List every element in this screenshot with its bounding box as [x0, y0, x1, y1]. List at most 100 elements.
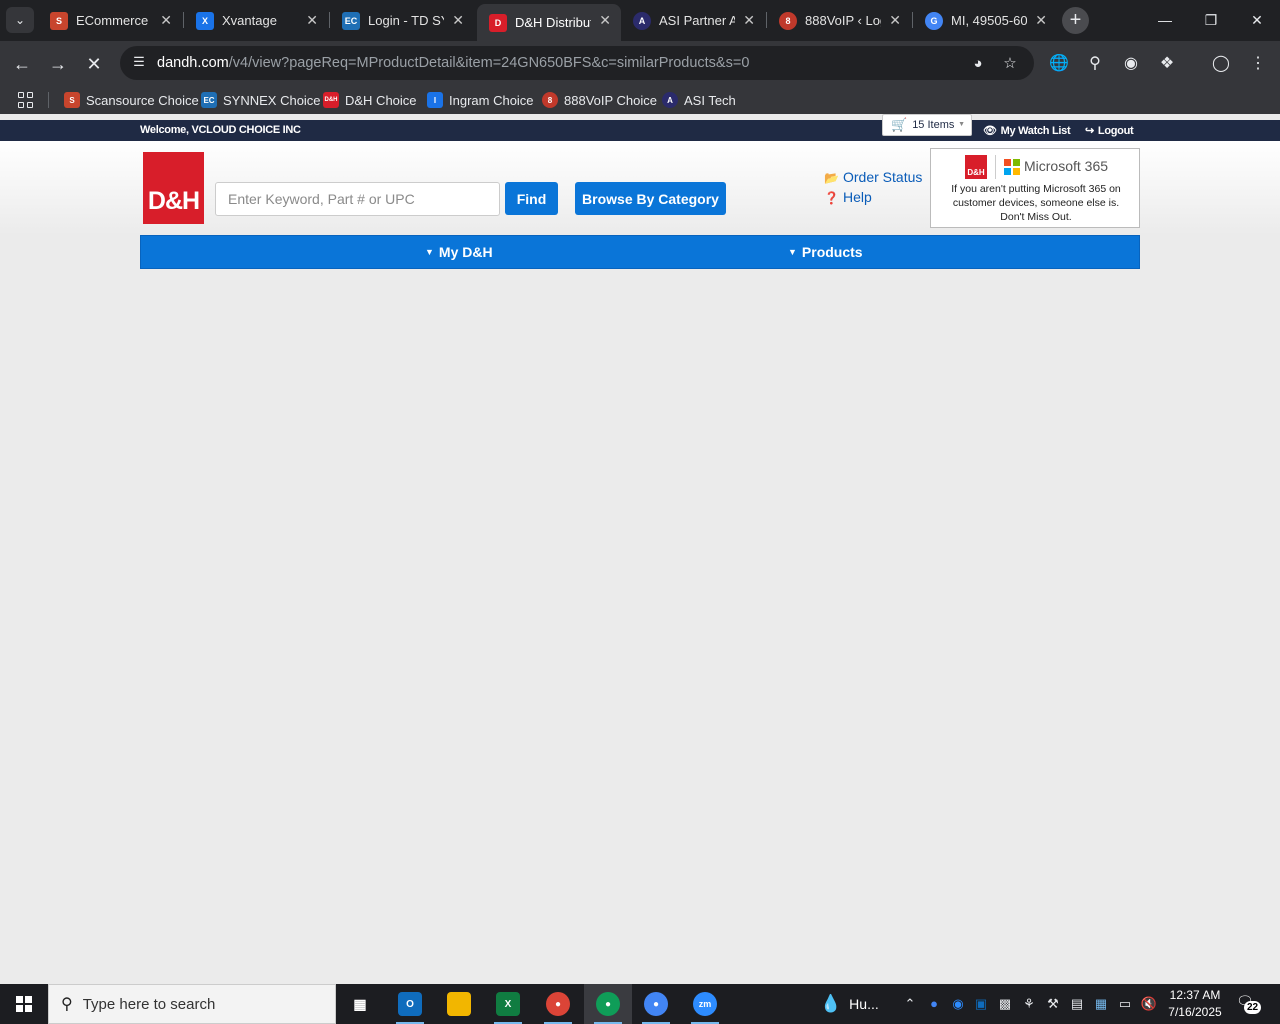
ad-text: If you aren't putting Microsoft 365 on c… — [951, 183, 1121, 223]
nav-label: Products — [801, 244, 863, 260]
close-icon[interactable]: ✕ — [889, 12, 901, 29]
close-icon[interactable]: ✕ — [1035, 12, 1047, 29]
close-icon[interactable]: ✕ — [160, 12, 172, 29]
close-icon[interactable]: ✕ — [306, 12, 318, 29]
asi-icon: A — [633, 11, 651, 30]
restore-icon[interactable]: ❐ — [1188, 0, 1234, 40]
minimize-icon[interactable]: — — [1142, 0, 1188, 40]
cart-dropdown[interactable]: 🛒 15 Items ▼ — [882, 114, 972, 136]
outlook-icon[interactable]: O — [386, 984, 434, 1024]
watch-list-link[interactable]: 👁 My Watch List — [983, 124, 1071, 137]
notification-count: 22 — [1244, 1001, 1262, 1014]
profile-avatar-icon[interactable]: ◯ — [1210, 53, 1232, 75]
bookmark-synnex[interactable]: EC SYNNEX Choice — [201, 91, 321, 109]
search-input[interactable] — [215, 182, 500, 216]
tab-search-chevron-icon[interactable]: ⌄ — [6, 7, 34, 33]
performance-gauge-icon[interactable]: ◕ — [968, 54, 988, 74]
tray-vpn-icon[interactable]: ▤ — [1067, 994, 1087, 1014]
bookmark-asi-tech[interactable]: A ASI Tech — [662, 91, 736, 109]
nav-products[interactable]: ▼ Products — [788, 244, 863, 260]
clock-date: 7/16/2025 — [1168, 1005, 1222, 1019]
lens-extension-icon[interactable]: ◉ — [1120, 53, 1142, 75]
apps-grid-icon[interactable] — [18, 92, 34, 108]
weather-widget[interactable]: 💧 Hu... — [820, 994, 879, 1014]
chrome-profile-3-icon[interactable]: ● — [632, 984, 680, 1024]
dh-logo[interactable]: D&H — [143, 152, 204, 224]
bookmark-dh[interactable]: D&H D&H Choice — [323, 91, 417, 109]
taskbar-search[interactable]: ⚲ Type here to search — [48, 984, 336, 1024]
tray-screen-icon[interactable]: ▩ — [995, 994, 1015, 1014]
bookmark-888voip[interactable]: 8 888VoIP Choice — [542, 91, 657, 109]
tab-xvantage[interactable]: X Xvantage ✕ — [184, 4, 328, 37]
tab-888voip[interactable]: 8 888VoIP ‹ Log ✕ — [767, 4, 911, 37]
start-button[interactable] — [0, 984, 48, 1024]
browse-category-button[interactable]: Browse By Category — [575, 182, 726, 215]
order-status-link[interactable]: 📂 Order Status — [824, 169, 922, 185]
tray-app-icon[interactable]: ▦ — [1091, 994, 1111, 1014]
close-icon[interactable]: ✕ — [452, 12, 464, 29]
logout-icon: ↪ — [1085, 125, 1094, 137]
volume-muted-icon[interactable]: 🔇 — [1139, 994, 1159, 1014]
chrome-profile-1-icon[interactable]: ● — [534, 984, 582, 1024]
stop-loading-icon[interactable]: ✕ — [80, 50, 108, 78]
url-text[interactable]: dandh.com/v4/view?pageReq=MProductDetail… — [157, 55, 749, 71]
tab-ecommerce[interactable]: S ECommerce P ✕ — [38, 4, 182, 37]
weather-text: Hu... — [849, 996, 879, 1012]
close-icon[interactable]: ✕ — [743, 12, 755, 29]
notification-center-icon[interactable]: 🗨 22 — [1236, 993, 1264, 1015]
tray-outlook-icon[interactable]: ▣ — [971, 994, 991, 1014]
zoom-icon[interactable]: zm — [681, 984, 729, 1024]
search-extension-icon[interactable]: ⚲ — [1084, 53, 1106, 75]
new-tab-plus-icon[interactable]: + — [1062, 7, 1089, 34]
bookmark-star-icon[interactable]: ☆ — [1000, 54, 1020, 74]
extensions-puzzle-icon[interactable]: ❖ — [1156, 53, 1178, 75]
synnex-icon: EC — [342, 11, 360, 30]
bookmark-scansource[interactable]: S Scansource Choice — [64, 91, 199, 109]
tray-chevron-up-icon[interactable]: ⌃ — [900, 994, 920, 1014]
microsoft-logo-icon — [1004, 159, 1020, 175]
eye-icon: 👁 — [983, 125, 997, 137]
bookmark-divider — [48, 92, 49, 108]
tab-td-synnex[interactable]: EC Login - TD SY ✕ — [330, 4, 474, 37]
url-path: /v4/view?pageReq=MProductDetail&item=24G… — [228, 55, 750, 71]
google-icon: G — [925, 11, 943, 30]
back-arrow-icon[interactable]: ← — [8, 50, 36, 78]
bookmark-label: Ingram Choice — [449, 92, 534, 108]
tray-network-share-icon[interactable]: ⚘ — [1019, 994, 1039, 1014]
translate-globe-icon[interactable]: 🌐 — [1048, 53, 1070, 75]
excel-icon[interactable]: X — [484, 984, 532, 1024]
tab-dh-distribution[interactable]: D D&H Distribut ✕ — [477, 4, 621, 41]
tab-google[interactable]: G MI, 49505-60 ✕ — [913, 4, 1057, 37]
network-icon[interactable]: ▭ — [1115, 994, 1135, 1014]
bookmarks-bar: S Scansource Choice EC SYNNEX Choice D&H… — [0, 86, 1280, 114]
tab-title: 888VoIP ‹ Log — [805, 13, 881, 28]
caret-down-icon: ▼ — [425, 247, 434, 257]
tray-tool-icon[interactable]: ⚒ — [1043, 994, 1063, 1014]
logout-link[interactable]: ↪ Logout — [1085, 124, 1134, 137]
close-icon[interactable]: ✕ — [599, 12, 611, 29]
windows-logo-icon — [16, 996, 32, 1012]
help-link[interactable]: ❓ Help — [824, 189, 872, 205]
tray-chrome-icon[interactable]: ● — [924, 994, 944, 1014]
window-close-icon[interactable]: ✕ — [1234, 0, 1280, 40]
humidity-drop-icon: 💧 — [820, 994, 842, 1013]
nav-label: My D&H — [438, 244, 493, 260]
address-bar[interactable]: ☰ dandh.com/v4/view?pageReq=MProductDeta… — [120, 46, 1034, 80]
forward-arrow-icon[interactable]: → — [44, 50, 72, 78]
bookmark-ingram[interactable]: I Ingram Choice — [427, 91, 534, 109]
site-info-tune-icon[interactable]: ☰ — [130, 54, 148, 72]
nav-my-dh[interactable]: ▼ My D&H — [425, 244, 493, 260]
find-button[interactable]: Find — [505, 182, 558, 215]
task-view-icon[interactable]: ▦ — [336, 984, 384, 1024]
chrome-profile-2-icon[interactable]: ● — [584, 984, 632, 1024]
page-content: Welcome, VCLOUD CHOICE INC 🛒 15 Items ▼ … — [0, 114, 1280, 984]
menu-kebab-icon[interactable]: ⋮ — [1247, 53, 1269, 75]
system-clock[interactable]: 12:37 AM 7/16/2025 — [1162, 987, 1228, 1021]
file-explorer-icon[interactable] — [435, 984, 483, 1024]
tray-zoom-icon[interactable]: ◉ — [948, 994, 968, 1014]
ad-brand: Microsoft 365 — [1024, 158, 1109, 174]
search-icon: ⚲ — [61, 996, 73, 1013]
asi-icon: A — [662, 92, 678, 108]
microsoft-365-ad[interactable]: D&H Microsoft 365 If you aren't putting … — [930, 148, 1140, 228]
tab-asi-partner[interactable]: A ASI Partner Ac ✕ — [621, 4, 765, 37]
